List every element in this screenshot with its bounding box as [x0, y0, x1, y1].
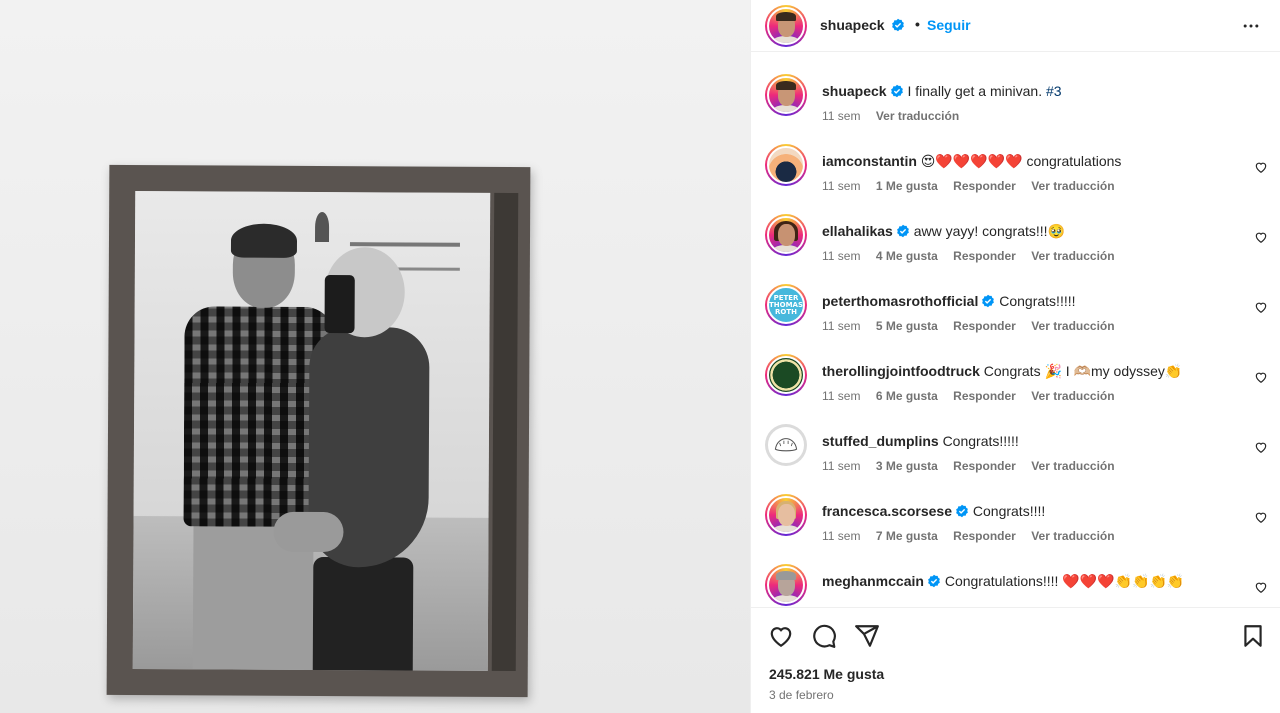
- comment-icon[interactable]: [811, 623, 837, 649]
- share-icon[interactable]: [854, 623, 880, 649]
- comment-text: Congrats 🎉 I 🫶🏼my odyssey👏: [983, 363, 1183, 379]
- post-photo[interactable]: [0, 0, 750, 713]
- comment-row: iamconstantin 😍❤️❤️❤️❤️❤️ congratulation…: [751, 120, 1280, 193]
- comment-row: PETER THOMAS ROTH peterthomasrothofficia…: [751, 260, 1280, 333]
- comment-text: Congratulations!!!! ❤️❤️❤️👏👏👏👏: [944, 573, 1185, 589]
- commenter-avatar[interactable]: [765, 144, 807, 186]
- verified-badge-icon: [896, 224, 909, 238]
- verified-badge-icon: [982, 294, 995, 308]
- woman-figure: [303, 247, 435, 671]
- comment-row: stuffed_dumplins Congrats!!!!! 11 sem 3 …: [751, 400, 1280, 473]
- comment-username[interactable]: therollingjointfoodtruck: [822, 363, 980, 379]
- comment-username[interactable]: stuffed_dumplins: [822, 433, 939, 449]
- comment-text: Congrats!!!!!: [999, 293, 1076, 309]
- caption-username[interactable]: shuapeck: [822, 83, 887, 99]
- comment-text: aww yayy! congrats!!!🥹: [913, 223, 1065, 239]
- comment-username[interactable]: ellahalikas: [822, 223, 893, 239]
- comment-username[interactable]: meghanmccain: [822, 573, 924, 589]
- comment-username[interactable]: iamconstantin: [822, 153, 917, 169]
- commenter-avatar[interactable]: [765, 214, 807, 256]
- bookmark-icon[interactable]: [1240, 623, 1266, 649]
- mirror-reflection: [132, 191, 491, 671]
- heart-icon[interactable]: [1254, 370, 1268, 384]
- heart-icon[interactable]: [1254, 440, 1268, 454]
- follow-button[interactable]: Seguir: [927, 17, 971, 33]
- caption-hashtag[interactable]: #3: [1046, 83, 1062, 99]
- commenter-avatar[interactable]: [765, 354, 807, 396]
- mirror-frame: [106, 164, 531, 698]
- heart-icon[interactable]: [1254, 510, 1268, 524]
- comment-row: ellahalikas aww yayy! congrats!!!🥹 11 se…: [751, 190, 1280, 263]
- avatar-logo-text: PETER THOMAS ROTH: [769, 293, 804, 316]
- comment-row: meghanmccain Congratulations!!!! ❤️❤️❤️👏…: [751, 540, 1280, 607]
- comments-list[interactable]: shuapeck I finally get a minivan. #3 11 …: [751, 53, 1280, 607]
- likes-count[interactable]: 245.821 Me gusta: [769, 666, 884, 682]
- author-avatar[interactable]: [765, 74, 807, 116]
- verified-badge-icon: [928, 574, 940, 588]
- comment-text: Congrats!!!!: [972, 503, 1046, 519]
- heart-icon[interactable]: [1254, 300, 1268, 314]
- dumpling-logo-icon: [774, 438, 798, 452]
- verified-badge-icon: [956, 504, 968, 518]
- verified-badge-icon: [892, 18, 905, 32]
- commenter-avatar[interactable]: [765, 494, 807, 536]
- caption-text: I finally get a minivan.: [907, 83, 1043, 99]
- commenter-avatar[interactable]: [765, 424, 807, 466]
- commenter-avatar[interactable]: PETER THOMAS ROTH: [765, 284, 807, 326]
- author-username[interactable]: shuapeck: [820, 17, 885, 33]
- verified-badge-icon: [890, 84, 903, 98]
- commenter-avatar[interactable]: [765, 564, 807, 606]
- comment-text: Congrats!!!!!: [942, 433, 1019, 449]
- heart-icon[interactable]: [1254, 230, 1268, 244]
- post-header: shuapeck • Seguir: [751, 0, 1280, 52]
- post-date[interactable]: 3 de febrero: [769, 688, 834, 702]
- post-sidebar: shuapeck • Seguir shuapeck I finally get…: [750, 0, 1280, 713]
- post-actions: 245.821 Me gusta 3 de febrero: [751, 607, 1280, 713]
- author-avatar[interactable]: [765, 5, 807, 47]
- heart-icon[interactable]: [1254, 160, 1268, 174]
- phone: [324, 275, 355, 334]
- comment-text: 😍❤️❤️❤️❤️❤️ congratulations: [920, 153, 1122, 169]
- comment-username[interactable]: peterthomasrothofficial: [822, 293, 978, 309]
- comment-username[interactable]: francesca.scorsese: [822, 503, 952, 519]
- comment-row: therollingjointfoodtruck Congrats 🎉 I 🫶🏼…: [751, 330, 1280, 403]
- caption-row: shuapeck I finally get a minivan. #3 11 …: [751, 53, 1280, 123]
- comment-row: francesca.scorsese Congrats!!!! 11 sem 7…: [751, 470, 1280, 543]
- more-options-icon[interactable]: [1240, 16, 1262, 36]
- heart-icon[interactable]: [768, 623, 794, 649]
- heart-icon[interactable]: [1254, 580, 1268, 594]
